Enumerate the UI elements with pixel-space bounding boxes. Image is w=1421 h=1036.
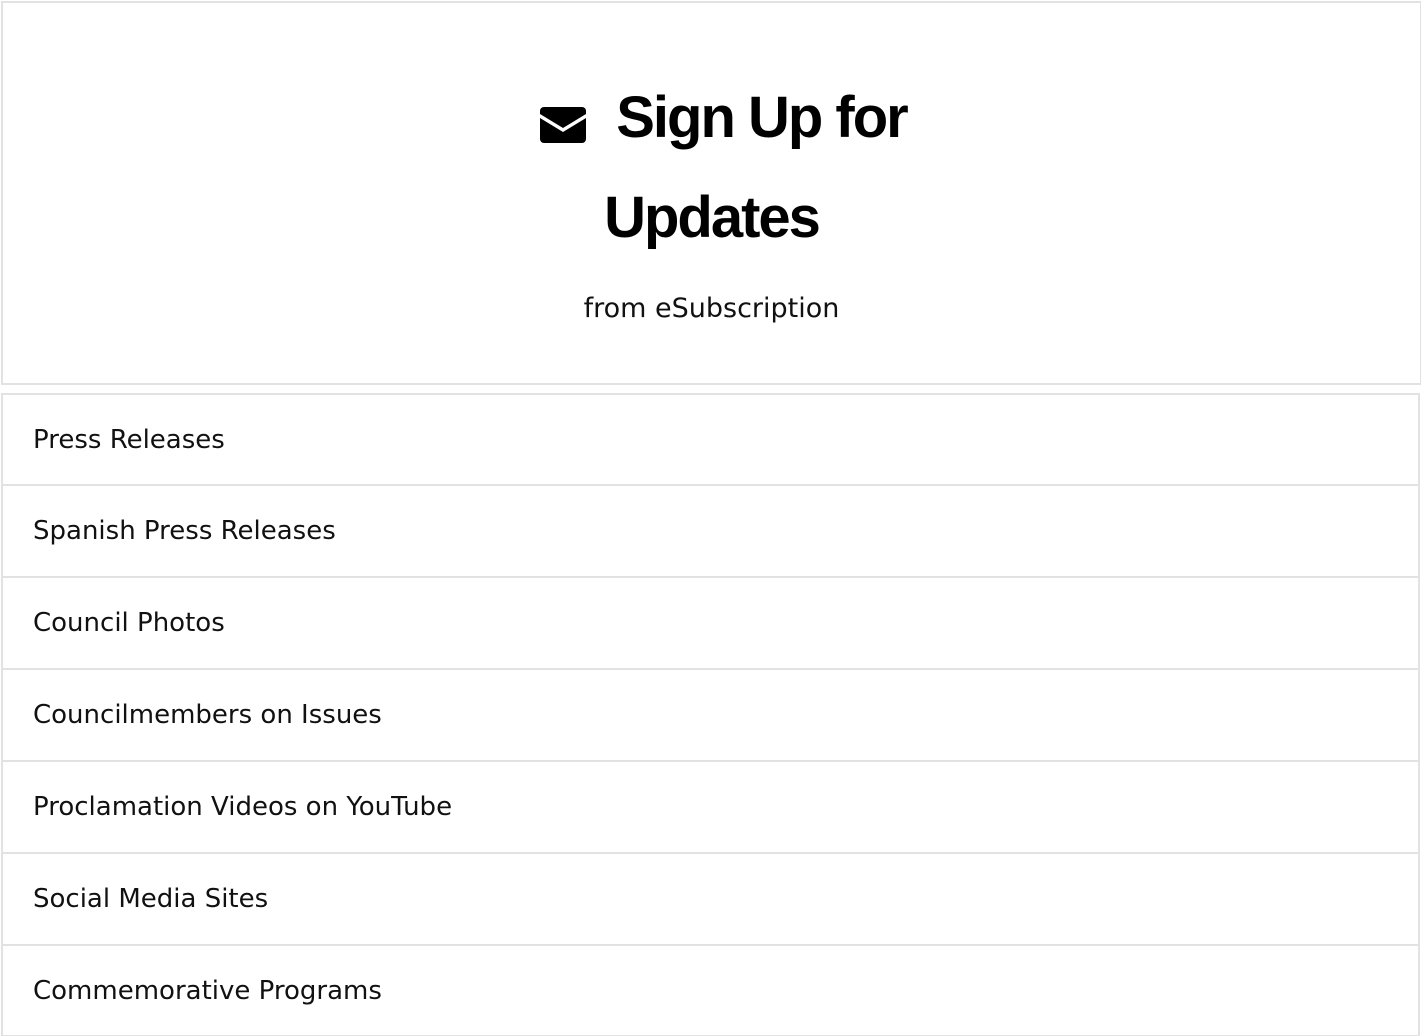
topic-label: Commemorative Programs	[33, 975, 382, 1006]
signup-subtitle: from eSubscription	[583, 293, 840, 324]
topic-label: Councilmembers on Issues	[33, 700, 382, 730]
topic-label: Social Media Sites	[33, 884, 269, 914]
topic-item-commemorative-programs[interactable]: Commemorative Programs	[1, 945, 1420, 1036]
topic-item-social-media-sites[interactable]: Social Media Sites	[1, 853, 1420, 945]
topic-item-proclamation-videos[interactable]: Proclamation Videos on YouTube	[1, 761, 1420, 853]
topic-item-press-releases[interactable]: Press Releases	[1, 393, 1420, 485]
topic-label: Council Photos	[33, 608, 225, 638]
signup-panel: Sign Up for Updates from eSubscription	[1, 1, 1421, 385]
signup-title-line-1: Sign Up for	[616, 85, 909, 150]
topic-list: Press Releases Spanish Press Releases Co…	[1, 393, 1421, 1036]
topic-item-council-photos[interactable]: Council Photos	[1, 577, 1420, 669]
topic-label: Press Releases	[33, 424, 225, 455]
topic-label: Proclamation Videos on YouTube	[33, 792, 453, 822]
topic-item-councilmembers-on-issues[interactable]: Councilmembers on Issues	[1, 669, 1420, 761]
topic-item-spanish-press-releases[interactable]: Spanish Press Releases	[1, 485, 1420, 577]
signup-title-line-2: Updates	[604, 185, 821, 250]
topic-label: Spanish Press Releases	[33, 516, 336, 546]
